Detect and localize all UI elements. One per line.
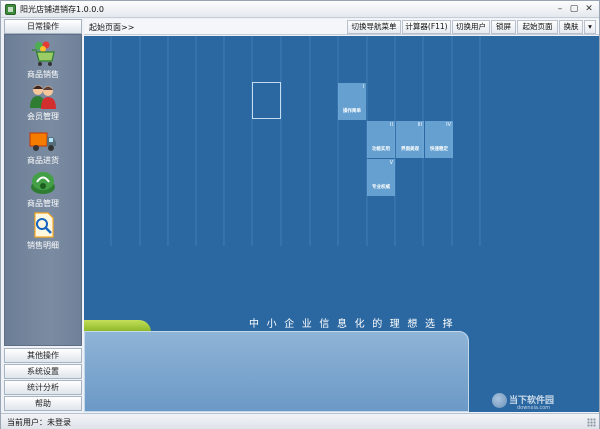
status-bar: 当前用户：未登录 <box>1 413 599 429</box>
tile-roman-numeral: IV <box>446 122 451 128</box>
skin-dropdown-arrow[interactable]: ▾ <box>584 20 596 34</box>
nav-bar: 起始页面>> 切换导航菜单 计算器(F11) 切换用户 锁屏 起始页面 换肤 ▾ <box>84 19 599 35</box>
breadcrumb: 起始页面>> <box>89 23 135 32</box>
toggle-nav-menu-button[interactable]: 切换导航菜单 <box>347 20 401 34</box>
resize-grip-icon[interactable] <box>587 418 596 427</box>
sidebar-item-sales-detail[interactable]: 销售明细 <box>5 211 81 255</box>
sidebar-item-label: 商品管理 <box>27 199 59 208</box>
sidebar-item-label: 销售明细 <box>27 241 59 250</box>
tile-label: 功能实用 <box>372 147 390 152</box>
highlight-outline-box <box>252 82 281 119</box>
current-user-value: 未登录 <box>47 418 71 427</box>
sidebar-item-label: 商品进货 <box>27 156 59 165</box>
feature-tile-practical: II 功能实用 <box>367 121 395 158</box>
title-bar: 阳光店铺进销存1.0.0.0 – ▢ ✕ <box>1 1 599 18</box>
sidebar-item-product-sales[interactable]: 商品销售 <box>5 40 81 84</box>
goods-management-icon <box>31 172 55 194</box>
members-icon <box>30 85 56 109</box>
sidebar-item-product-management[interactable]: 商品管理 <box>5 169 81 213</box>
window-title: 阳光店铺进销存1.0.0.0 <box>20 5 104 14</box>
feature-tile-professional: V 专业权威 <box>367 159 395 196</box>
sidebar-button-system-settings[interactable]: 系统设置 <box>4 364 82 379</box>
minimize-button[interactable]: – <box>553 3 567 15</box>
calculator-button[interactable]: 计算器(F11) <box>402 20 451 34</box>
feature-tile-easy-operation: I 操作简单 <box>338 83 366 120</box>
sidebar-item-product-purchase[interactable]: 商品进货 <box>5 126 81 170</box>
sidebar-item-member-management[interactable]: 会员管理 <box>5 82 81 126</box>
watermark-logo-icon <box>492 393 507 408</box>
sidebar-button-other-operations[interactable]: 其他操作 <box>4 348 82 363</box>
skin-button[interactable]: 换肤 <box>559 20 583 34</box>
switch-user-button[interactable]: 切换用户 <box>452 20 490 34</box>
tile-label: 专业权威 <box>372 185 390 190</box>
tile-roman-numeral: III <box>417 122 422 128</box>
tile-label: 界面美观 <box>401 147 419 152</box>
lock-screen-button[interactable]: 锁屏 <box>491 20 516 34</box>
current-user-status: 当前用户：未登录 <box>7 417 71 428</box>
sales-detail-icon <box>34 212 54 238</box>
tile-roman-numeral: V <box>389 160 393 166</box>
main-start-page: I 操作简单 II 功能实用 III 界面美观 IV 快速稳定 V 专业权威 中… <box>84 36 599 412</box>
sidebar-header-daily-operations[interactable]: 日常操作 <box>4 19 82 34</box>
tile-label: 操作简单 <box>343 109 361 114</box>
sidebar-item-label: 会员管理 <box>27 112 59 121</box>
app-logo-icon <box>5 4 16 15</box>
tile-label: 快速稳定 <box>430 147 448 152</box>
bottom-decor-panel <box>84 331 469 412</box>
sidebar-button-help[interactable]: 帮助 <box>4 396 82 411</box>
close-button[interactable]: ✕ <box>582 3 596 15</box>
delivery-truck-icon <box>29 132 56 151</box>
home-page-button[interactable]: 起始页面 <box>517 20 558 34</box>
feature-tile-beautiful-ui: III 界面美观 <box>396 121 424 158</box>
sidebar-item-label: 商品销售 <box>27 70 59 79</box>
maximize-button[interactable]: ▢ <box>567 3 581 15</box>
current-user-label: 当前用户： <box>7 418 47 427</box>
shopping-cart-icon <box>32 41 55 66</box>
watermark-url: downxia.com <box>517 405 551 411</box>
sidebar: 日常操作 商品销售 会员管理 商品进货 商品管理 销售明细 其他操作 系统设置 … <box>4 19 82 412</box>
slogan-text: 中小企业信息化的理想选择 <box>249 319 461 330</box>
sidebar-panel: 商品销售 会员管理 商品进货 商品管理 销售明细 <box>4 34 82 346</box>
feature-tile-fast-stable: IV 快速稳定 <box>425 121 453 158</box>
tile-roman-numeral: I <box>362 84 364 90</box>
app-window: 阳光店铺进销存1.0.0.0 – ▢ ✕ 日常操作 商品销售 会员管理 商品进货… <box>0 0 600 429</box>
sidebar-button-statistics[interactable]: 统计分析 <box>4 380 82 395</box>
tile-roman-numeral: II <box>390 122 393 128</box>
